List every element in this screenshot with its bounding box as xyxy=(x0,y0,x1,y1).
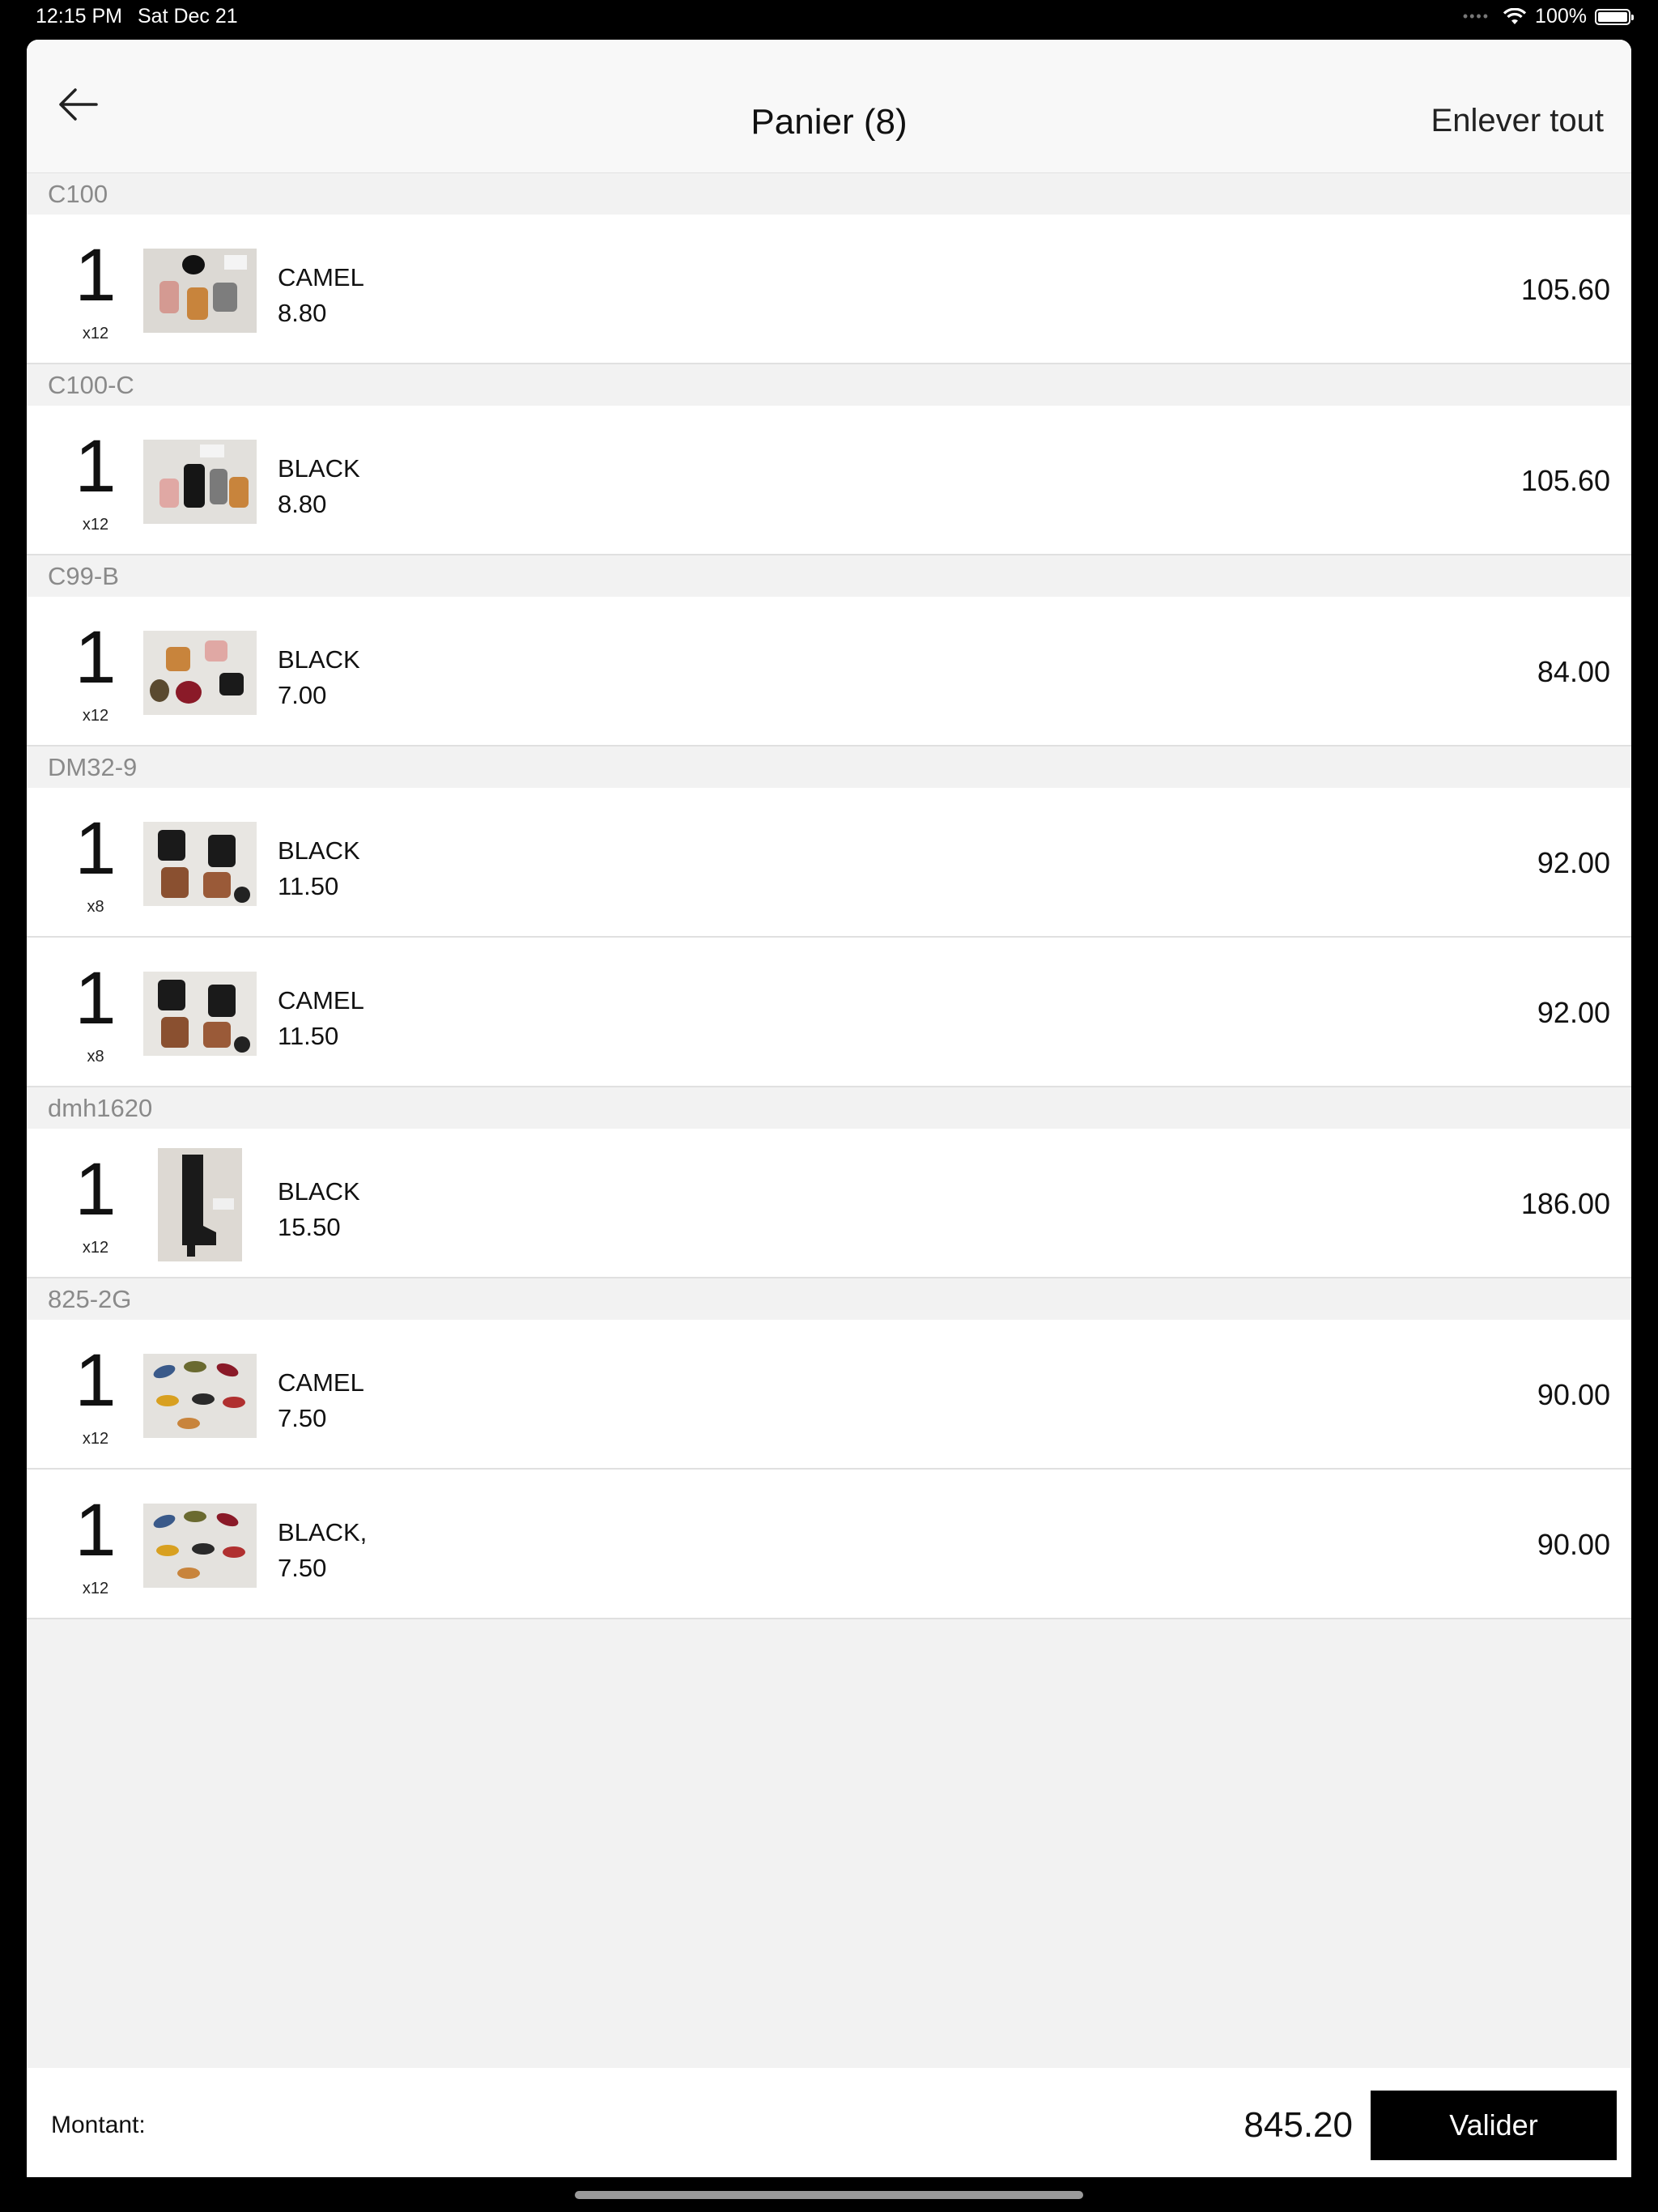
group-header: 825-2G xyxy=(27,1278,1631,1320)
item-pack-size: x8 xyxy=(87,898,104,916)
group-header: dmh1620 xyxy=(27,1087,1631,1129)
product-thumbnail xyxy=(143,440,257,524)
item-unit-price: 11.50 xyxy=(278,872,339,900)
product-thumbnail xyxy=(143,1354,257,1438)
cart-item-row[interactable]: 1 x12 BLACK 8.80 105.60 xyxy=(27,406,1631,555)
group-header: DM32-9 xyxy=(27,747,1631,788)
item-color: BLACK xyxy=(278,836,360,865)
item-color: CAMEL xyxy=(278,1368,364,1397)
item-pack-size: x8 xyxy=(87,1048,104,1066)
item-pack-size: x12 xyxy=(82,1430,109,1448)
page-title: Panier (8) xyxy=(750,102,908,142)
cart-item-row[interactable]: 1 x12 CAMEL 8.80 105.60 xyxy=(27,215,1631,364)
remove-all-button[interactable]: Enlever tout xyxy=(1431,104,1604,137)
product-thumbnail xyxy=(143,631,257,715)
home-indicator[interactable] xyxy=(575,2191,1083,2199)
cart-sheet: Panier (8) Enlever tout C100 1 x12 CAMEL… xyxy=(27,40,1631,2177)
product-thumbnail xyxy=(158,1148,242,1261)
cart-item-row[interactable]: 1 x12 CAMEL 7.50 90.00 xyxy=(27,1320,1631,1470)
amount-label: Montant: xyxy=(51,2112,146,2138)
item-unit-price: 7.50 xyxy=(278,1404,327,1432)
item-total: 92.00 xyxy=(1537,846,1610,879)
product-thumbnail xyxy=(143,822,257,906)
multitasking-dots-icon: •••• xyxy=(1462,8,1490,24)
status-bar: 12:15 PM Sat Dec 21 •••• 100% xyxy=(0,0,1658,36)
status-date: Sat Dec 21 xyxy=(138,5,238,28)
item-quantity: 1 xyxy=(74,1339,117,1422)
item-quantity: 1 xyxy=(74,234,117,317)
group-header: C100 xyxy=(27,173,1631,215)
navigation-bar: Panier (8) Enlever tout xyxy=(27,40,1631,173)
wifi-icon xyxy=(1503,7,1527,24)
item-total: 84.00 xyxy=(1537,655,1610,688)
item-color: BLACK xyxy=(278,645,360,674)
item-unit-price: 11.50 xyxy=(278,1022,339,1050)
cart-item-row[interactable]: 1 x12 BLACK 7.00 84.00 xyxy=(27,597,1631,747)
battery-percent: 100% xyxy=(1535,5,1587,28)
item-unit-price: 15.50 xyxy=(278,1213,341,1241)
group-header: C100-C xyxy=(27,364,1631,406)
cart-item-row[interactable]: 1 x8 CAMEL 11.50 92.00 xyxy=(27,938,1631,1087)
item-color: BLACK, xyxy=(278,1518,368,1546)
item-quantity: 1 xyxy=(74,1148,117,1231)
item-total: 105.60 xyxy=(1520,273,1610,306)
amount-value: 845.20 xyxy=(1244,2105,1353,2145)
item-pack-size: x12 xyxy=(82,325,109,342)
product-thumbnail xyxy=(143,1504,257,1588)
validate-button[interactable]: Valider xyxy=(1371,2091,1617,2160)
item-color: CAMEL xyxy=(278,986,364,1015)
item-quantity: 1 xyxy=(74,425,117,508)
battery-icon xyxy=(1595,8,1634,25)
cart-item-row[interactable]: 1 x8 BLACK 11.50 92.00 xyxy=(27,788,1631,938)
product-thumbnail xyxy=(143,972,257,1056)
item-unit-price: 7.50 xyxy=(278,1554,327,1582)
item-quantity: 1 xyxy=(74,1489,117,1572)
item-quantity: 1 xyxy=(74,957,117,1040)
item-color: BLACK xyxy=(278,1177,360,1206)
item-unit-price: 7.00 xyxy=(278,681,327,709)
cart-item-row[interactable]: 1 x12 BLACK, 7.50 90.00 xyxy=(27,1470,1631,1619)
item-pack-size: x12 xyxy=(82,707,109,725)
item-color: CAMEL xyxy=(278,263,364,291)
cart-list: C100 1 x12 CAMEL 8.80 105.60 C100-C 1 x1… xyxy=(27,173,1631,1619)
item-total: 105.60 xyxy=(1520,464,1610,497)
item-pack-size: x12 xyxy=(82,1239,109,1257)
product-thumbnail xyxy=(143,249,257,333)
item-color: BLACK xyxy=(278,454,360,483)
item-unit-price: 8.80 xyxy=(278,299,327,327)
item-pack-size: x12 xyxy=(82,516,109,534)
item-quantity: 1 xyxy=(74,807,117,890)
status-time: 12:15 PM xyxy=(36,5,123,28)
item-total: 92.00 xyxy=(1537,996,1610,1029)
cart-footer: Montant: 845.20 Valider xyxy=(27,2068,1631,2177)
item-total: 90.00 xyxy=(1537,1378,1610,1411)
item-total: 186.00 xyxy=(1520,1187,1610,1220)
item-unit-price: 8.80 xyxy=(278,490,327,518)
item-total: 90.00 xyxy=(1537,1528,1610,1561)
item-quantity: 1 xyxy=(74,616,117,699)
item-pack-size: x12 xyxy=(82,1580,109,1597)
cart-item-row[interactable]: 1 x12 BLACK 15.50 186.00 xyxy=(27,1129,1631,1278)
group-header: C99-B xyxy=(27,555,1631,597)
